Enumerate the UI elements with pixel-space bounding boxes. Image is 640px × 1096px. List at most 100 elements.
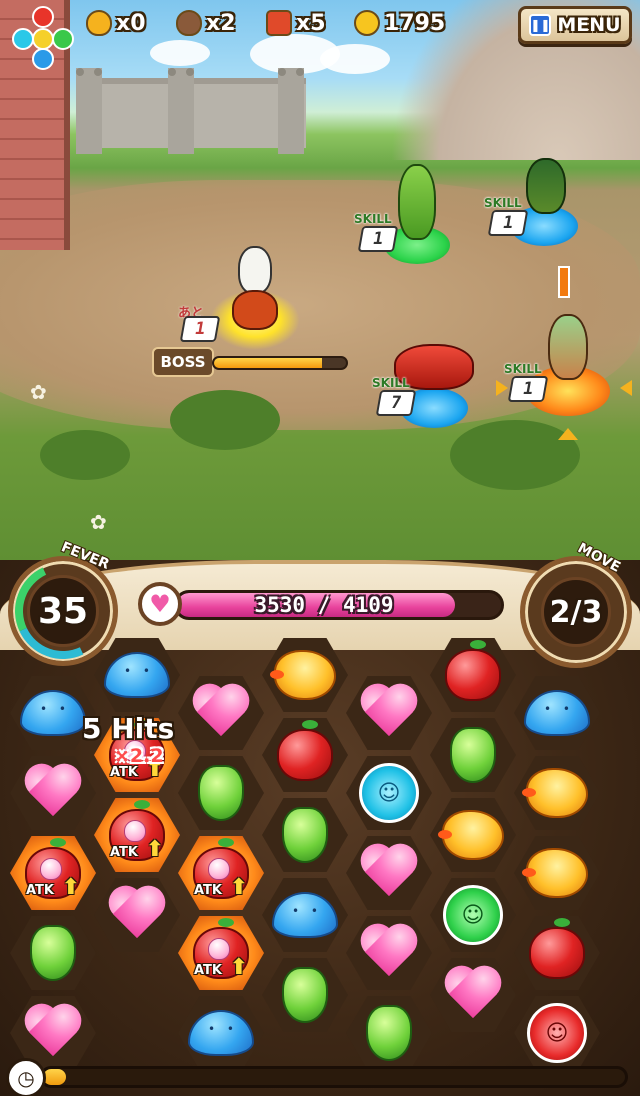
target-arrow-down-icon (558, 428, 578, 440)
apple-piece-icon: ATK ⬆ (188, 844, 254, 902)
board-cell[interactable] (262, 798, 348, 872)
apple-piece-icon (272, 726, 338, 784)
top-hud: x0 x2 x5 1795 ❚❚ MENU (0, 0, 640, 70)
coin-icon (354, 10, 380, 36)
bean-piece-icon (356, 1004, 422, 1062)
peach-icon (208, 858, 230, 880)
board-cell[interactable] (514, 916, 600, 990)
board-cell[interactable] (346, 916, 432, 990)
boss-robe (232, 290, 278, 330)
board-cell[interactable] (94, 638, 180, 712)
brown-egg-counter: x2 (176, 8, 236, 38)
boss-label: BOSS (152, 347, 214, 377)
active-turn-marker (558, 266, 570, 298)
slime-piece-icon (188, 1004, 254, 1062)
board-cell[interactable] (514, 836, 600, 910)
slime-piece-icon (104, 646, 170, 704)
board-cell[interactable] (430, 798, 516, 872)
bean-piece-icon (440, 726, 506, 784)
board-cell[interactable] (514, 756, 600, 830)
hp-text: 3530 / 4109 (254, 593, 394, 617)
board-cell[interactable] (346, 676, 432, 750)
board-cell[interactable]: ATK ⬆ (178, 836, 264, 910)
up-arrow-icon: ⬆ (145, 837, 164, 862)
ally-fish-skill-label: SKILL (372, 376, 410, 390)
bean-piece-icon (188, 764, 254, 822)
target-arrow-right-icon (620, 380, 632, 396)
heart-icon: ♥ (138, 582, 182, 626)
gold-egg-counter: x0 (86, 8, 146, 38)
clock-icon: ◷ (6, 1058, 46, 1096)
atk-badge: ATK (194, 963, 222, 978)
timer-bar (40, 1066, 628, 1088)
board-cell[interactable] (346, 836, 432, 910)
timer-fill (43, 1069, 67, 1085)
element-cycle-icon[interactable] (8, 4, 78, 76)
coin-counter: 1795 (354, 8, 445, 38)
treasure-count: x5 (296, 10, 326, 36)
fever-value: 35 (37, 590, 89, 632)
ally-chef-skill-counter: 1 (507, 376, 549, 402)
board-cell[interactable]: ATK ⬆ (10, 836, 96, 910)
heart-piece-icon (104, 886, 170, 944)
coin-blue-orb-icon: ☺ (356, 763, 422, 823)
board-cell[interactable] (262, 958, 348, 1032)
board-cell[interactable]: ATK ⬆ (178, 916, 264, 990)
bush (170, 390, 280, 450)
treasure-chest-icon (266, 10, 292, 36)
bean-piece-icon (272, 966, 338, 1024)
apple-piece-icon: ATK ⬆ (188, 924, 254, 982)
game-screen: ✿ ✿ あと 1 BOSS SKILL 1 SKILL 1 SKILL 7 SK… (0, 0, 640, 1096)
slime-piece-icon (524, 684, 590, 742)
slime-piece-icon (272, 886, 338, 944)
gold-egg-count: x0 (116, 10, 146, 36)
ally-fish-skill-counter: 7 (375, 390, 417, 416)
atk-badge: ATK (26, 883, 54, 898)
party-hp: 3530 / 4109 ♥ (138, 582, 504, 626)
heart-piece-icon (356, 684, 422, 742)
duck-piece-icon (440, 806, 506, 864)
board-cell[interactable] (262, 718, 348, 792)
flower-icon: ✿ (90, 510, 107, 534)
apple-piece-icon: ATK ⬆ (104, 806, 170, 864)
coin-count: 1795 (384, 10, 446, 36)
boss-hp-bar (212, 356, 348, 370)
board-cell[interactable] (94, 878, 180, 952)
boss-sprite (238, 246, 272, 294)
apple-piece-icon (524, 924, 590, 982)
heart-piece-icon (188, 684, 254, 742)
menu-label: MENU (557, 14, 621, 36)
battlefield: ✿ ✿ あと 1 BOSS SKILL 1 SKILL 1 SKILL 7 SK… (0, 0, 640, 560)
puzzle-board[interactable]: ATK⬆ATK⬆ATK⬆ATK⬆ATK⬆☺☺☺ (0, 630, 640, 1070)
atk-badge: ATK (110, 845, 138, 860)
board-cell[interactable] (430, 638, 516, 712)
move-timer: ◷ (0, 1058, 640, 1096)
combo-multiplier: ×2.2 (114, 745, 164, 767)
board-cell[interactable]: ATK ⬆ (94, 798, 180, 872)
ally-bird-skill-counter: 1 (487, 210, 529, 236)
boss-turns-counter: 1 (179, 316, 221, 342)
heart-piece-icon (356, 924, 422, 982)
ally-bird-skill-label: SKILL (484, 196, 522, 210)
duck-piece-icon (524, 764, 590, 822)
board-cell[interactable] (262, 638, 348, 712)
board-cell[interactable]: ☺ (346, 756, 432, 830)
board-cell[interactable] (430, 718, 516, 792)
ally-cactus-skill-counter: 1 (357, 226, 399, 252)
board-cell[interactable] (430, 958, 516, 1032)
board-cell[interactable] (10, 916, 96, 990)
heart-piece-icon (20, 1004, 86, 1062)
treasure-counter: x5 (266, 8, 326, 38)
heart-piece-icon (440, 966, 506, 1024)
board-cell[interactable] (514, 676, 600, 750)
menu-button[interactable]: ❚❚ MENU (518, 6, 632, 44)
peach-icon (124, 820, 146, 842)
up-arrow-icon: ⬆ (229, 875, 248, 900)
board-cell[interactable] (262, 878, 348, 952)
flower-icon: ✿ (30, 380, 47, 404)
egg-brown-icon (176, 10, 202, 36)
boss-hp-fill (214, 358, 323, 368)
coin-green-orb-icon: ☺ (440, 885, 506, 945)
board-cell[interactable]: ☺ (430, 878, 516, 952)
coin-red-orb-icon: ☺ (524, 1003, 590, 1063)
